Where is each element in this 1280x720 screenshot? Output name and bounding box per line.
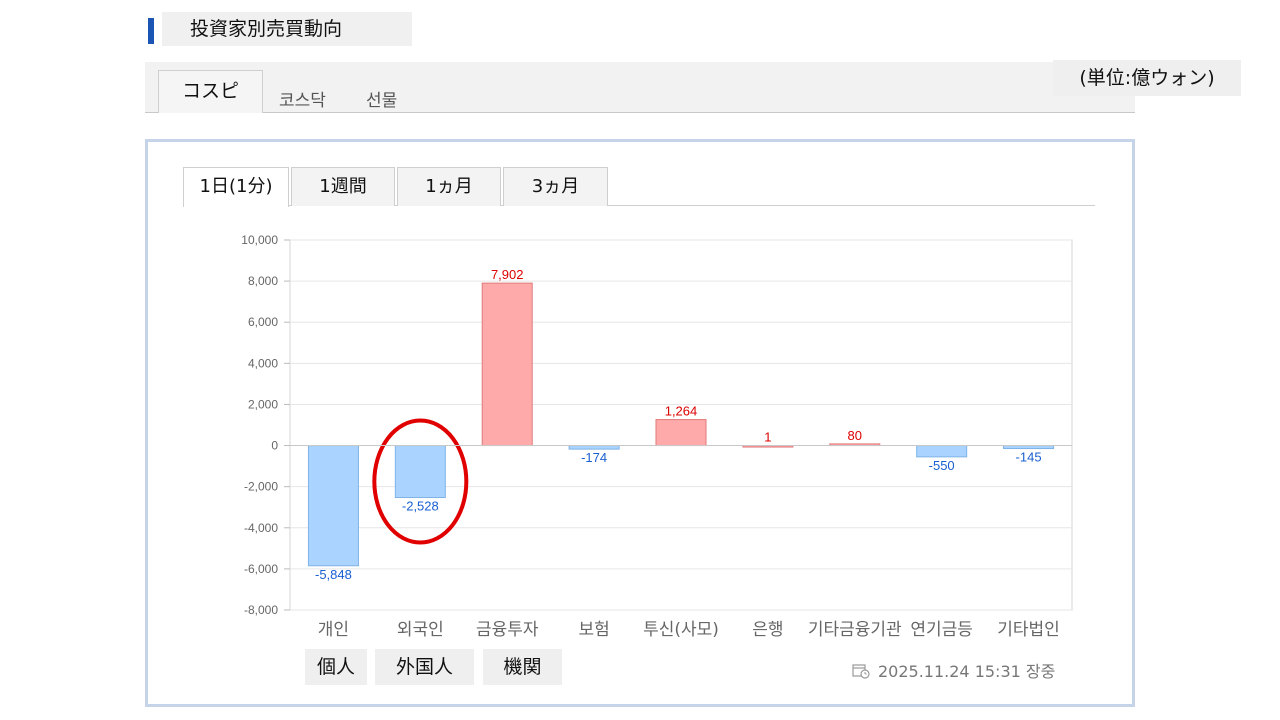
bar xyxy=(655,419,707,447)
data-label: -5,848 xyxy=(315,567,352,582)
data-label: 80 xyxy=(848,428,862,443)
investor-trading-chart: 10,000 8,000 6,000 4,000 2,000 0 -2,000 -4,000 -… xyxy=(241,233,1073,640)
data-label: 7,902 xyxy=(491,267,524,282)
bar xyxy=(307,445,359,567)
y-tick-label: 2,000 xyxy=(248,397,278,411)
y-tick-label: -4,000 xyxy=(244,521,278,535)
data-label: -2,528 xyxy=(402,499,439,514)
tab-individual[interactable]: 個人 xyxy=(305,649,367,685)
x-category-label: 금융투자 xyxy=(476,620,539,640)
y-tick-label: 6,000 xyxy=(248,315,278,329)
data-label: 1 xyxy=(764,430,771,445)
tab-foreign[interactable]: 外国人 xyxy=(375,649,474,685)
clock-icon xyxy=(852,664,870,679)
x-category-label: 은행 xyxy=(752,620,783,640)
data-label: 1,264 xyxy=(665,404,698,419)
x-category-label: 외국인 xyxy=(397,620,444,640)
data-label: -550 xyxy=(929,458,955,473)
x-category-label: 연기금등 xyxy=(910,620,973,640)
y-tick-label: 8,000 xyxy=(248,274,278,288)
timestamp: 2025.11.24 15:31 장중 xyxy=(852,658,1055,682)
data-label: -174 xyxy=(581,450,607,465)
y-tick-label: 0 xyxy=(271,439,278,453)
y-tick-label: -8,000 xyxy=(244,603,278,617)
data-label: -145 xyxy=(1016,450,1042,465)
x-category-label: 투신(사모) xyxy=(643,620,719,640)
y-tick-label: 10,000 xyxy=(241,233,278,247)
bar xyxy=(394,445,446,499)
bar xyxy=(481,282,533,447)
y-tick-label: -6,000 xyxy=(244,562,278,576)
bar xyxy=(568,445,620,450)
y-tick-label: -2,000 xyxy=(244,480,278,494)
x-category-label: 보험 xyxy=(578,620,609,640)
x-category-label: 기타법인 xyxy=(997,620,1060,640)
y-tick-label: 4,000 xyxy=(248,356,278,370)
bar xyxy=(916,445,968,458)
x-category-label: 기타금융기관 xyxy=(808,620,902,640)
timestamp-text: 2025.11.24 15:31 장중 xyxy=(878,662,1056,681)
tab-institution[interactable]: 機関 xyxy=(483,649,562,685)
x-category-label: 개인 xyxy=(318,620,349,640)
